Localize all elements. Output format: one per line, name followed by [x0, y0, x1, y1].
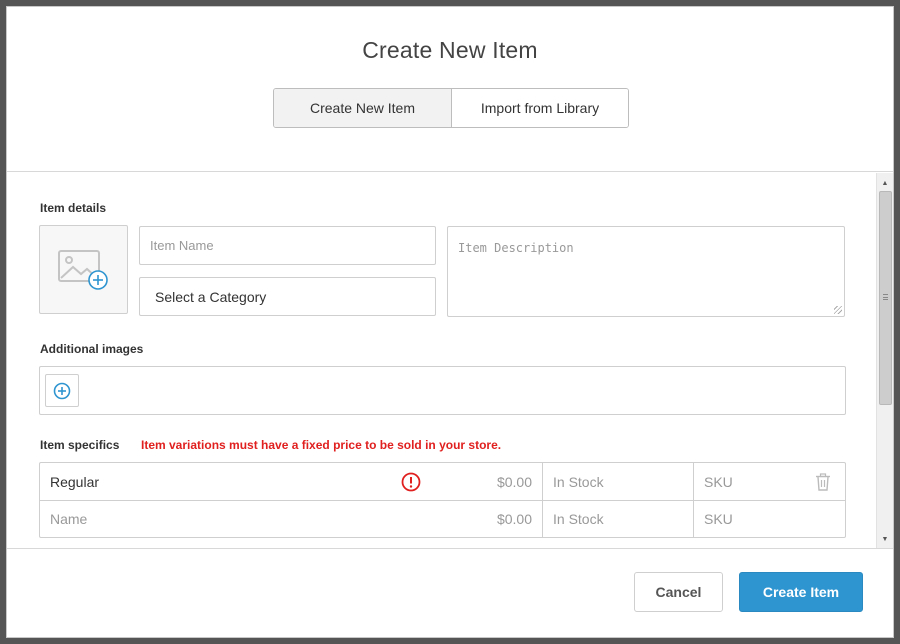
item-name-placeholder: Item Name [150, 238, 214, 253]
item-description-placeholder: Item Description [458, 241, 574, 255]
add-image-button[interactable] [45, 374, 79, 407]
variation-sku-placeholder: SKU [704, 511, 733, 527]
scroll-down-arrow-icon[interactable]: ▼ [877, 531, 893, 547]
add-image-icon [57, 249, 108, 290]
grip-icon [883, 294, 888, 300]
category-select[interactable]: Select a Category [139, 277, 436, 316]
plus-circle-icon [53, 382, 71, 399]
scroll-up-arrow-icon[interactable]: ▲ [877, 175, 893, 191]
variation-price-warning: Item variations must have a fixed price … [141, 438, 502, 452]
tab-import-from-library[interactable]: Import from Library [452, 89, 628, 127]
modal-header: Create New Item Create New Item Import f… [7, 7, 893, 172]
modal-title: Create New Item [362, 37, 538, 63]
alert-icon [401, 472, 421, 492]
table-row: Regular $0.00 In Stock SKU [40, 463, 845, 501]
item-specifics-table: Regular $0.00 In Stock SKU Name $0.00 In… [39, 462, 846, 538]
variation-name-input[interactable]: Name $0.00 [40, 501, 543, 537]
modal-body: Item details Item Name Select a Category… [7, 173, 893, 549]
variation-name-placeholder: Name [50, 511, 88, 527]
variation-sku-input[interactable]: SKU [694, 463, 845, 500]
create-item-button[interactable]: Create Item [739, 572, 863, 612]
variation-stock-input[interactable]: In Stock [543, 463, 694, 500]
main-image-upload[interactable] [39, 225, 128, 314]
variation-name-value: Regular [50, 473, 100, 490]
create-item-modal: Create New Item Create New Item Import f… [6, 6, 894, 638]
category-select-value: Select a Category [155, 288, 267, 305]
mode-switcher: Create New Item Import from Library [273, 88, 629, 128]
item-description-textarea[interactable]: Item Description [447, 226, 845, 317]
trash-icon[interactable] [815, 473, 831, 491]
variation-name-input[interactable]: Regular $0.00 [40, 463, 543, 500]
modal-footer: Cancel Create Item [7, 550, 893, 638]
variation-price-input[interactable]: $0.00 [497, 501, 542, 537]
additional-images-area [39, 366, 846, 415]
tab-create-new-item[interactable]: Create New Item [274, 89, 452, 127]
item-name-input[interactable]: Item Name [139, 226, 436, 265]
item-details-label: Item details [40, 201, 107, 215]
variation-sku-input[interactable]: SKU [694, 501, 845, 537]
additional-images-label: Additional images [40, 342, 144, 356]
variation-stock-input[interactable]: In Stock [543, 501, 694, 537]
variation-price-input[interactable]: $0.00 [497, 463, 542, 500]
scrollbar[interactable]: ▲ ▼ [876, 173, 893, 548]
resize-handle[interactable] [834, 306, 842, 314]
variation-sku-placeholder: SKU [704, 473, 733, 490]
item-specifics-label: Item specifics [40, 438, 120, 452]
table-row: Name $0.00 In Stock SKU [40, 501, 845, 537]
cancel-button[interactable]: Cancel [634, 572, 723, 612]
scrollbar-thumb[interactable] [879, 191, 892, 405]
